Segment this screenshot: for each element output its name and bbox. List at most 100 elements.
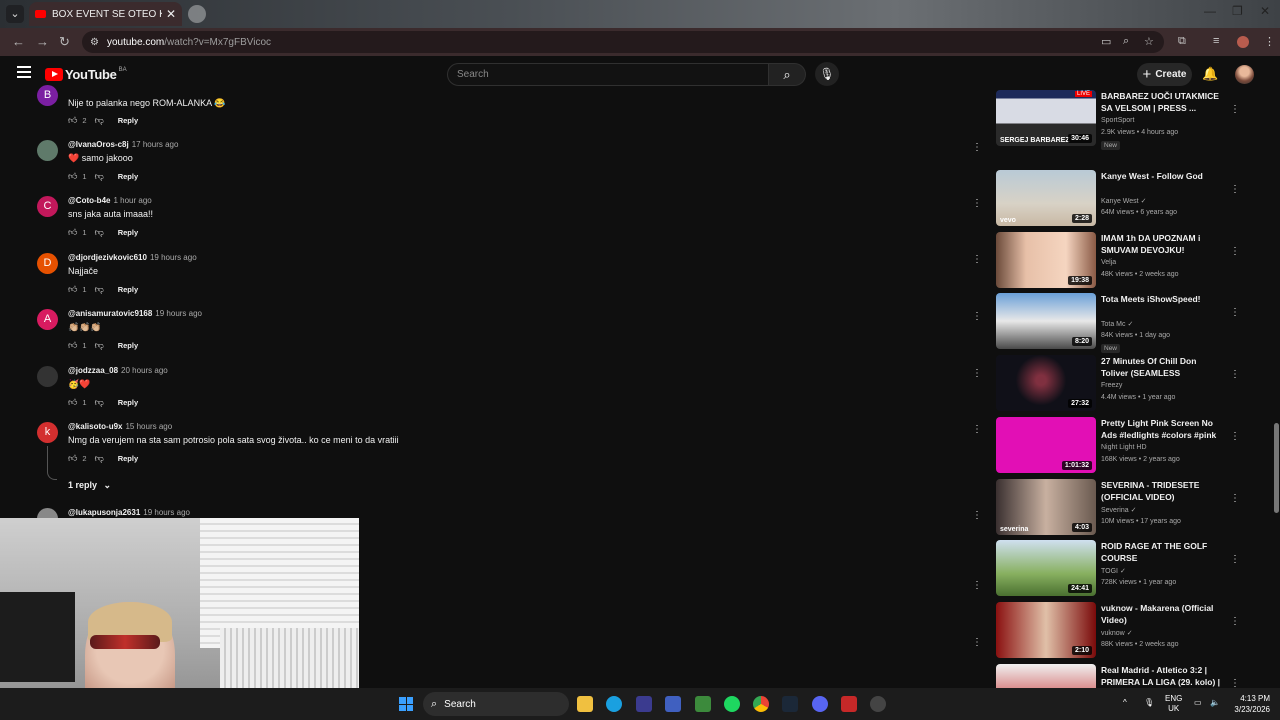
more-actions-icon[interactable]: ⋮ — [972, 580, 982, 591]
dislike-icon[interactable]: 👎︎ — [95, 340, 104, 351]
dislike-icon[interactable]: 👎︎ — [95, 227, 104, 238]
obs-icon[interactable] — [870, 696, 886, 712]
related-video[interactable]: 27:32 27 Minutes Of Chill Don Toliver (SE… — [960, 355, 1260, 413]
video-thumbnail[interactable]: severina 4:03 — [996, 479, 1096, 535]
related-video[interactable]: LIVE SERGEJ BARBAREZ 30:46 BARBAREZ UOČI UT… — [960, 90, 1260, 150]
forward-icon[interactable]: → — [36, 34, 49, 49]
chrome-icon[interactable] — [753, 696, 769, 712]
reply-button[interactable]: Reply — [118, 341, 138, 350]
edge-icon[interactable] — [606, 696, 622, 712]
dislike-icon[interactable]: 👎︎ — [95, 115, 104, 126]
page-scrollbar[interactable] — [1273, 70, 1279, 690]
like-icon[interactable]: 👍︎ — [68, 227, 77, 238]
related-video[interactable]: severina 4:03 SEVERINA - TRIDESETE (OFFICI… — [960, 479, 1260, 537]
video-title[interactable]: 27 Minutes Of Chill Don Toliver (SEAMLES… — [1101, 355, 1225, 380]
store-icon[interactable] — [636, 696, 652, 712]
reload-icon[interactable]: ↻ — [59, 34, 70, 50]
like-icon[interactable]: 👍︎ — [68, 397, 77, 408]
related-video[interactable]: 2:10 vuknow - Makarena (Official Video) vu… — [960, 602, 1260, 660]
video-title[interactable]: SEVERINA - TRIDESETE (OFFICIAL VIDEO) — [1101, 479, 1225, 503]
commenter-avatar[interactable]: C — [37, 196, 58, 217]
reply-button[interactable]: Reply — [118, 228, 138, 237]
video-channel[interactable]: Velja — [1101, 259, 1116, 266]
video-title[interactable]: Pretty Light Pink Screen No Ads #ledligh… — [1101, 417, 1225, 442]
steam-icon[interactable] — [782, 696, 798, 712]
like-icon[interactable]: 👍︎ — [68, 340, 77, 351]
video-channel[interactable]: TOGI ✓ — [1101, 567, 1126, 575]
dislike-icon[interactable]: 👎︎ — [95, 453, 104, 464]
back-icon[interactable]: ← — [12, 34, 25, 49]
maximize-icon[interactable]: ❐ — [1232, 4, 1243, 18]
url-field[interactable]: ⚙ youtube.com/watch?v=Mx7gFBVicoc — [82, 31, 1164, 53]
windows-start-icon[interactable] — [399, 697, 413, 711]
video-thumbnail[interactable]: 24:41 — [996, 540, 1096, 596]
like-icon[interactable]: 👍︎ — [68, 115, 77, 126]
language-indicator[interactable]: ENG UK — [1165, 694, 1182, 714]
notifications-bell-icon[interactable]: 🔔 — [1202, 66, 1218, 82]
video-options-icon[interactable]: ⋮ — [1230, 184, 1240, 195]
minecraft-icon[interactable] — [695, 696, 711, 712]
shield-app-icon[interactable] — [841, 696, 857, 712]
reply-button[interactable]: Reply — [118, 116, 138, 125]
related-video[interactable]: vevo 2:28 Kanye West - Follow God Kanye Wes… — [960, 170, 1260, 228]
comment-time[interactable]: 1 hour ago — [113, 196, 151, 205]
video-thumbnail[interactable]: 8:20 — [996, 293, 1096, 349]
extensions-icon[interactable]: ⧉ — [1178, 35, 1186, 48]
video-options-icon[interactable]: ⋮ — [1230, 246, 1240, 257]
comment-time[interactable]: 19 hours ago — [155, 309, 202, 318]
comment-username[interactable]: @kalisoto-u9x — [68, 422, 122, 431]
new-tab-button[interactable] — [188, 5, 206, 23]
more-actions-icon[interactable]: ⋮ — [972, 510, 982, 521]
bookmark-star-icon[interactable]: ☆ — [1144, 35, 1154, 48]
video-options-icon[interactable]: ⋮ — [1230, 493, 1240, 504]
video-channel[interactable]: SportSport — [1101, 117, 1134, 124]
comment-time[interactable]: 19 hours ago — [143, 508, 190, 517]
related-video[interactable]: Real Madrid - Atletico 3:2 | PRIMERA LA … — [960, 664, 1260, 690]
commenter-avatar[interactable] — [37, 140, 58, 161]
video-options-icon[interactable]: ⋮ — [1230, 431, 1240, 442]
video-title[interactable]: Real Madrid - Atletico 3:2 | PRIMERA LA … — [1101, 664, 1225, 689]
video-thumbnail[interactable]: 1:01:32 — [996, 417, 1096, 473]
reply-button[interactable]: Reply — [118, 454, 138, 463]
profile-avatar[interactable] — [1237, 36, 1249, 48]
voice-search-button[interactable]: 🎙 — [815, 62, 839, 86]
tab-search-button[interactable]: ⌄ — [6, 5, 24, 23]
account-avatar[interactable] — [1235, 65, 1254, 84]
related-video[interactable]: 24:41 ROID RAGE AT THE GOLF COURSE TOGI ✓ 7… — [960, 540, 1260, 598]
spotify-icon[interactable] — [724, 696, 740, 712]
more-actions-icon[interactable]: ⋮ — [972, 637, 982, 648]
search-input[interactable] — [447, 63, 769, 86]
more-actions-icon[interactable]: ⋮ — [972, 424, 982, 435]
dislike-icon[interactable]: 👎︎ — [95, 171, 104, 182]
comment-username[interactable]: @jodzzaa_08 — [68, 366, 118, 375]
video-thumbnail[interactable]: 27:32 — [996, 355, 1096, 411]
dislike-icon[interactable]: 👎︎ — [95, 284, 104, 295]
microphone-tray-icon[interactable]: 🎙 — [1144, 698, 1154, 708]
tab-close-icon[interactable]: ✕ — [166, 7, 176, 21]
zoom-icon[interactable]: ⌕ — [1123, 35, 1129, 48]
video-channel[interactable]: Severina ✓ — [1101, 506, 1136, 514]
like-icon[interactable]: 👍︎ — [68, 284, 77, 295]
system-clock[interactable]: 4:13 PM 3/23/2026 — [1228, 693, 1270, 715]
browser-menu-icon[interactable]: ⋮ — [1264, 35, 1275, 48]
reply-button[interactable]: Reply — [118, 398, 138, 407]
video-thumbnail[interactable]: LIVE SERGEJ BARBAREZ 30:46 — [996, 90, 1096, 146]
comment-time[interactable]: 17 hours ago — [132, 140, 179, 149]
reply-button[interactable]: Reply — [118, 285, 138, 294]
menu-icon[interactable] — [17, 66, 31, 81]
comment-time[interactable]: 15 hours ago — [125, 422, 172, 431]
comment-username[interactable]: @djordjezivkovic610 — [68, 253, 147, 262]
video-thumbnail[interactable]: 2:10 — [996, 602, 1096, 658]
commenter-avatar[interactable]: A — [37, 309, 58, 330]
view-replies-button[interactable]: 1 reply ⌄ — [68, 480, 111, 491]
dislike-icon[interactable]: 👎︎ — [95, 397, 104, 408]
app-icon[interactable] — [665, 696, 681, 712]
more-actions-icon[interactable]: ⋮ — [972, 368, 982, 379]
network-icon[interactable]: ▭ — [1194, 698, 1202, 708]
video-title[interactable]: Kanye West - Follow God — [1101, 170, 1225, 182]
more-actions-icon[interactable]: ⋮ — [972, 142, 982, 153]
video-title[interactable]: BARBAREZ UOČI UTAKMICE SA VELSOM | PRESS… — [1101, 90, 1225, 114]
video-thumbnail[interactable] — [996, 664, 1096, 690]
video-title[interactable]: Tota Meets iShowSpeed! — [1101, 293, 1225, 305]
file-explorer-icon[interactable] — [577, 696, 593, 712]
